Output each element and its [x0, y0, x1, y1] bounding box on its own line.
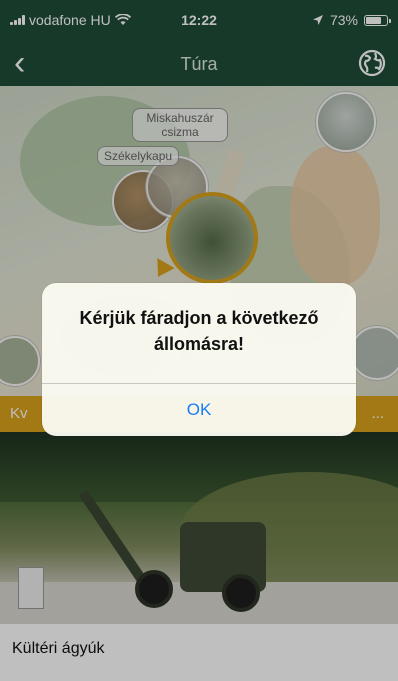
alert-dialog: Kérjük fáradjon a következő állomásra! O… — [42, 283, 356, 436]
ok-button[interactable]: OK — [42, 384, 356, 436]
alert-message: Kérjük fáradjon a következő állomásra! — [79, 308, 319, 354]
